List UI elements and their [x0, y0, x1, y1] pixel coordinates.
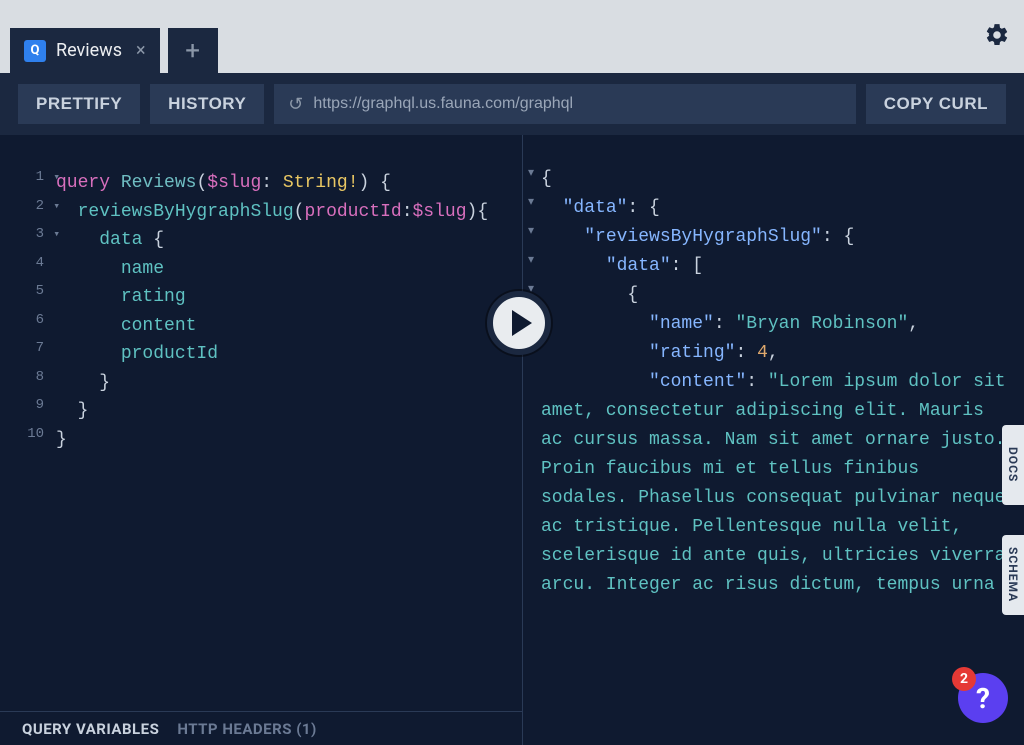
- query-editor-pane: 1 2 3 4 5 6 7 8 9 10 query Reviews($slug…: [0, 135, 522, 745]
- tab-reviews[interactable]: Q Reviews ×: [10, 28, 160, 73]
- query-code[interactable]: query Reviews($slug: String!) { reviewsB…: [56, 169, 488, 454]
- url-bar: ↺: [274, 84, 855, 124]
- close-icon[interactable]: ×: [136, 40, 146, 61]
- result-pane: ▾▾▾▾▾ { "data": { "reviewsByHygraphSlug"…: [522, 135, 1024, 745]
- toolbar: PRETTIFY HISTORY ↺ COPY CURL: [0, 73, 1024, 135]
- tab-query-variables[interactable]: QUERY VARIABLES: [22, 720, 159, 738]
- query-editor[interactable]: 1 2 3 4 5 6 7 8 9 10 query Reviews($slug…: [0, 135, 522, 745]
- tab-http-headers[interactable]: HTTP HEADERS (1): [177, 720, 316, 738]
- help-button[interactable]: 2 ?: [958, 673, 1008, 723]
- workspace: 1 2 3 4 5 6 7 8 9 10 query Reviews($slug…: [0, 135, 1024, 745]
- notification-badge: 2: [952, 667, 976, 691]
- history-button[interactable]: HISTORY: [150, 84, 264, 124]
- prettify-button[interactable]: PRETTIFY: [18, 84, 140, 124]
- add-tab-button[interactable]: +: [168, 28, 218, 73]
- docs-panel-toggle[interactable]: DOCS: [1002, 425, 1024, 505]
- tab-title: Reviews: [56, 40, 122, 61]
- endpoint-url-input[interactable]: [313, 95, 841, 113]
- question-mark-icon: ?: [976, 682, 990, 715]
- reload-icon[interactable]: ↺: [288, 94, 303, 115]
- line-number-gutter: 1 2 3 4 5 6 7 8 9 10: [0, 169, 50, 454]
- copy-curl-button[interactable]: COPY CURL: [866, 84, 1006, 124]
- result-fold-gutter: ▾▾▾▾▾: [523, 165, 539, 310]
- editor-footer-tabs: QUERY VARIABLES HTTP HEADERS (1): [0, 711, 522, 745]
- gear-icon[interactable]: [984, 22, 1010, 52]
- play-icon: [512, 310, 532, 336]
- top-tab-bar: Q Reviews × +: [0, 0, 1024, 73]
- result-json[interactable]: { "data": { "reviewsByHygraphSlug": { "d…: [541, 165, 1014, 600]
- run-query-button[interactable]: [487, 291, 551, 355]
- schema-panel-toggle[interactable]: SCHEMA: [1002, 535, 1024, 615]
- tab-type-icon: Q: [24, 40, 46, 62]
